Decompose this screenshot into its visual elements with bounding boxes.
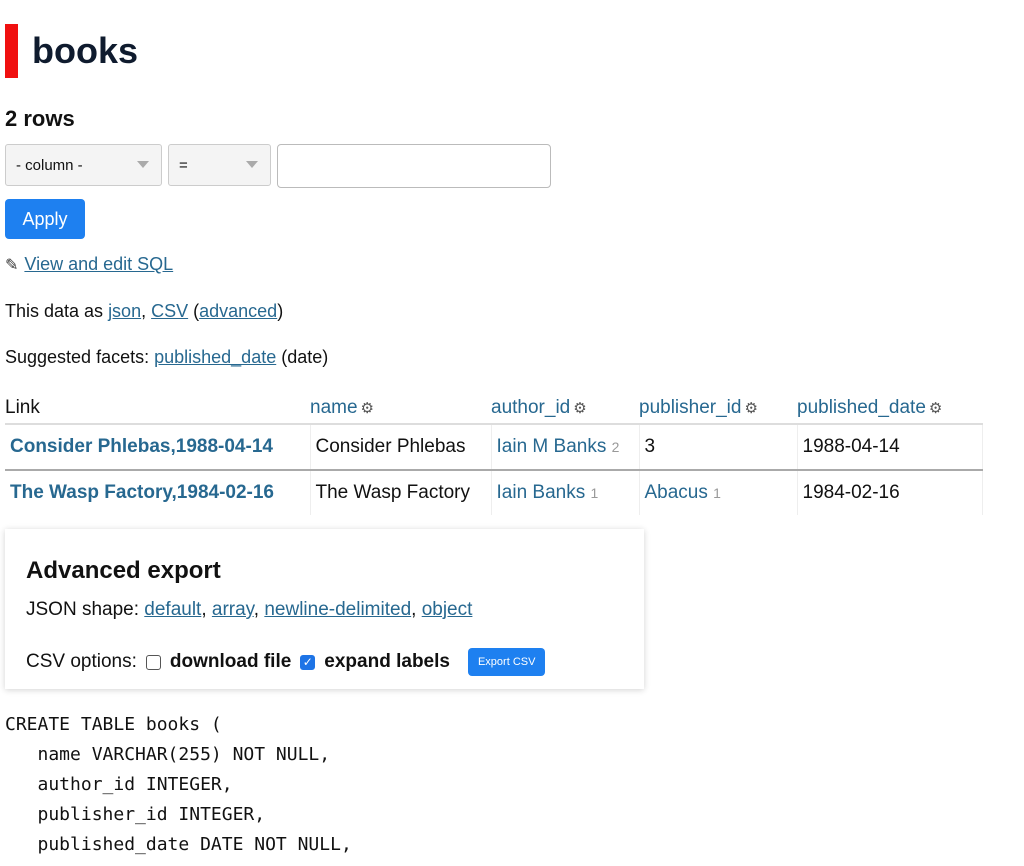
publisher-cell: Abacus 1 [639,470,798,515]
name-cell: The Wasp Factory [310,470,492,515]
published-date-cell: 1988-04-14 [797,424,983,471]
table-header-row: Link name ⚙ author_id ⚙ publisher_id ⚙ publ… [5,392,982,425]
column-header-author-id[interactable]: author_id ⚙ [491,392,639,425]
column-header-publisher-id[interactable]: publisher_id ⚙ [639,392,797,425]
name-cell: Consider Phlebas [310,424,492,471]
csv-link[interactable]: CSV [151,301,188,321]
csv-options-row: CSV options: download file ✓ expand labe… [26,648,546,676]
view-sql-row: ✎ View and edit SQL [5,254,173,275]
publisher-link[interactable]: Abacus [645,482,708,503]
advanced-export-title: Advanced export [26,557,221,584]
filter-bar: - column - = [5,144,551,188]
books-table: Link name ⚙ author_id ⚙ publisher_id ⚙ publ… [5,392,983,515]
suggested-facets-label: Suggested facets: [5,347,155,367]
chevron-down-icon [137,161,149,168]
title-accent-bar [5,24,18,78]
gear-icon[interactable]: ⚙ [361,400,374,417]
create-table-sql: CREATE TABLE books ( name VARCHAR(255) N… [5,714,352,855]
download-file-label: download file [169,651,292,672]
row-link-cell[interactable]: Consider Phlebas,1988-04-14 [5,424,311,471]
row-link[interactable]: The Wasp Factory,1984-02-16 [10,482,274,503]
json-shape-default-link[interactable]: default [144,599,201,620]
publisher-cell: 3 [639,424,798,471]
filter-value-input[interactable] [277,144,551,188]
page-header: books [5,24,138,78]
row-link[interactable]: Consider Phlebas,1988-04-14 [10,436,273,457]
author-link[interactable]: Iain Banks [497,482,586,503]
gear-icon[interactable]: ⚙ [573,400,586,417]
apply-button[interactable]: Apply [5,199,85,239]
json-shape-newline-delimited-link[interactable]: newline-delimited [264,599,411,620]
export-csv-button[interactable]: Export CSV [467,648,546,676]
author-count: 2 [611,439,620,455]
gear-icon[interactable]: ⚙ [929,400,942,417]
row-count: 2 rows [5,106,75,131]
json-link[interactable]: json [108,301,141,321]
table-row: Consider Phlebas,1988-04-14 Consider Phl… [5,424,983,471]
operator-select[interactable]: = [168,144,271,186]
column-select[interactable]: - column - [5,144,162,186]
json-shape-object-link[interactable]: object [422,599,473,620]
published-date-cell: 1984-02-16 [797,470,983,515]
operator-select-label: = [179,156,188,174]
author-link[interactable]: Iain M Banks [497,436,607,457]
download-file-checkbox[interactable] [145,654,161,670]
row-link-cell[interactable]: The Wasp Factory,1984-02-16 [5,470,311,515]
data-formats-row: This data as json, CSV (advanced) [5,301,284,321]
json-shape-row: JSON shape: default, array, newline-deli… [26,599,473,620]
pencil-icon: ✎ [5,257,19,274]
column-header-published-date[interactable]: published_date ⚙ [797,392,982,425]
csv-options-label: CSV options: [26,651,137,672]
suggested-facets-row: Suggested facets: published_date (date) [5,347,328,368]
data-as-label: This data as [5,301,109,321]
author-cell: Iain M Banks 2 [491,424,640,471]
expand-labels-label: expand labels [324,651,450,672]
expand-labels-checkbox[interactable]: ✓ [300,654,316,670]
advanced-link[interactable]: advanced [199,301,277,321]
facet-type-label: (date) [276,347,329,367]
author-cell: Iain Banks 1 [491,470,640,515]
json-shape-label: JSON shape: [26,599,145,620]
facet-published-date-link[interactable]: published_date [154,347,276,367]
table-row: The Wasp Factory,1984-02-16 The Wasp Fac… [5,470,983,515]
chevron-down-icon [246,161,258,168]
column-select-label: - column - [16,156,83,174]
page-title: books [32,30,139,71]
author-count: 1 [590,485,599,501]
column-header-name[interactable]: name ⚙ [310,392,491,425]
publisher-count: 1 [713,485,721,501]
gear-icon[interactable]: ⚙ [744,400,757,417]
publisher-value: 3 [644,436,656,457]
view-sql-link[interactable]: View and edit SQL [24,254,173,274]
advanced-export-panel: Advanced export JSON shape: default, arr… [5,529,644,689]
json-shape-array-link[interactable]: array [212,599,254,620]
column-header-link: Link [5,392,310,425]
